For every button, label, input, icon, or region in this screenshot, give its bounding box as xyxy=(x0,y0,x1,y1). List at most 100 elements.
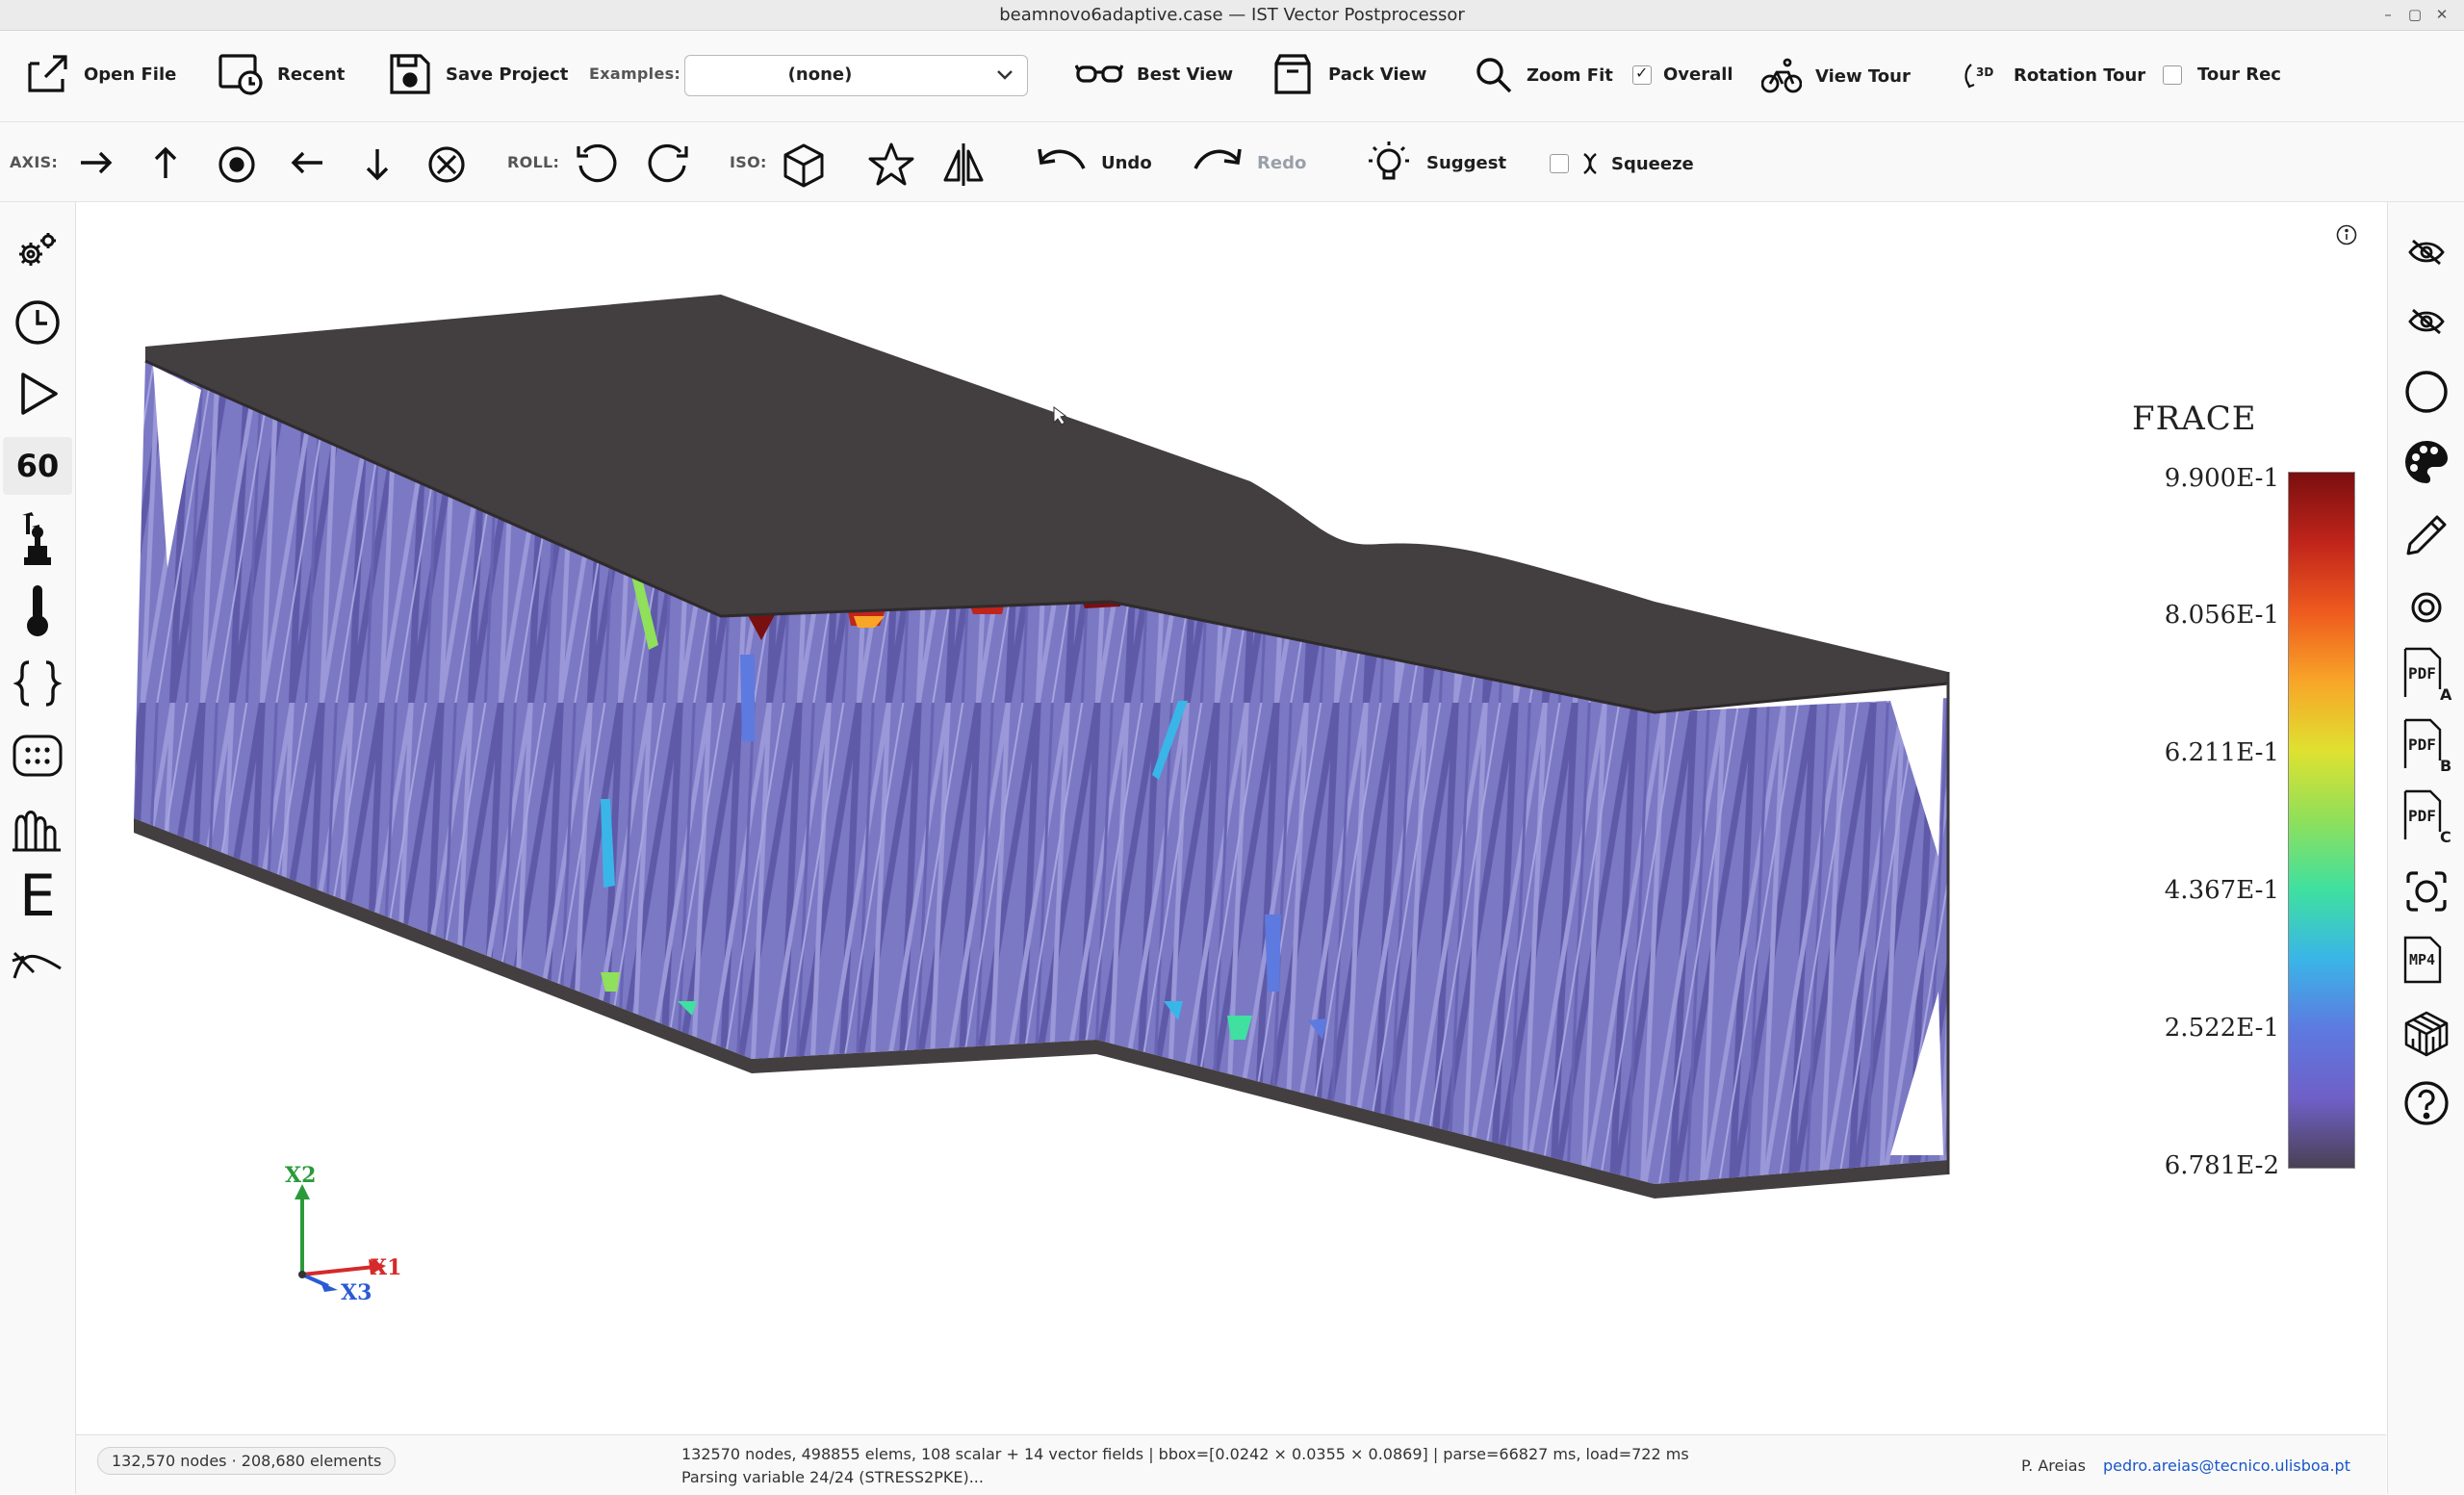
open-file-icon xyxy=(28,55,67,92)
overall-checkbox[interactable] xyxy=(1632,64,1652,85)
bicycle-icon xyxy=(1761,58,1802,93)
view-toolbar: AXIS: ROLL: ISO: Undo Redo Suggest Squee… xyxy=(0,122,2464,202)
pack-view-button[interactable]: Pack View xyxy=(1270,52,1426,96)
thermometer-button[interactable] xyxy=(12,581,64,639)
triad-x3-label: X3 xyxy=(341,1280,372,1305)
camera-frame-icon xyxy=(2406,871,2447,912)
mirror-icon xyxy=(943,143,984,186)
history-button[interactable] xyxy=(12,296,64,348)
settings-button[interactable] xyxy=(12,227,64,273)
pdf-c-button[interactable]: PDF C xyxy=(2401,789,2455,849)
info-button[interactable] xyxy=(2335,223,2358,246)
fingers-button[interactable] xyxy=(12,801,64,855)
roll-cw-button[interactable] xyxy=(645,140,693,188)
axis-right-button[interactable] xyxy=(75,143,117,182)
cube-grid-button[interactable] xyxy=(2401,1009,2451,1059)
hide-alt-button[interactable] xyxy=(2401,302,2451,341)
favorite-view-button[interactable] xyxy=(866,140,916,190)
window-title: beamnovo6adaptive.case — IST Vector Post… xyxy=(999,5,1465,25)
statue-icon xyxy=(22,512,51,565)
iso-cube-button[interactable] xyxy=(780,142,828,190)
undo-button[interactable]: Undo xyxy=(1036,143,1152,182)
statue-button[interactable] xyxy=(12,510,64,568)
axis-left-button[interactable] xyxy=(286,143,328,182)
lightbulb-icon xyxy=(1369,142,1409,180)
palette-icon xyxy=(2405,441,2448,483)
best-view-button[interactable]: Best View xyxy=(1075,60,1233,89)
squeeze-toggle[interactable]: Squeeze xyxy=(1550,152,1694,175)
fingers-icon xyxy=(13,811,61,852)
clock-icon xyxy=(15,300,60,345)
axis-up-button[interactable] xyxy=(146,142,185,184)
mirror-button[interactable] xyxy=(939,140,988,190)
hide-button[interactable] xyxy=(2401,233,2451,271)
open-file-button[interactable]: Open File xyxy=(26,52,176,96)
tour-rec-checkbox[interactable] xyxy=(2163,64,2182,85)
fps-counter[interactable]: 60 xyxy=(3,437,72,495)
recent-icon xyxy=(218,54,263,95)
rotation-tour-button[interactable]: 3D Rotation Tour xyxy=(1964,57,2145,93)
curve-button[interactable] xyxy=(10,938,65,986)
minimize-button[interactable]: – xyxy=(2377,4,2399,25)
legend-colorbar xyxy=(2289,473,2354,1168)
suggest-button[interactable]: Suggest xyxy=(1365,138,1506,188)
undo-icon xyxy=(1038,148,1086,169)
cross-circle-icon xyxy=(428,146,465,183)
palette-button[interactable] xyxy=(2401,437,2451,487)
recent-button[interactable]: Recent xyxy=(218,52,345,96)
pdf-b-button[interactable]: PDF B xyxy=(2401,718,2455,778)
overall-toggle[interactable]: Overall xyxy=(1632,64,1733,85)
maximize-button[interactable]: ▢ xyxy=(2404,4,2426,25)
legend-tick-label: 6.211E-1 xyxy=(2164,738,2279,767)
zoom-fit-label: Zoom Fit xyxy=(1527,64,1613,86)
view-tour-label: View Tour xyxy=(1815,65,1911,87)
axis-toward-button[interactable] xyxy=(216,143,258,186)
arrow-up-icon xyxy=(154,146,177,178)
tour-rec-label: Tour Rec xyxy=(2197,64,2281,85)
pdf-b-text: PDF xyxy=(2408,735,2436,754)
axis-down-button[interactable] xyxy=(358,143,397,186)
redo-label: Redo xyxy=(1257,152,1307,173)
play-icon xyxy=(21,373,58,415)
pack-view-label: Pack View xyxy=(1328,64,1427,85)
examples-dropdown[interactable]: (none) xyxy=(684,55,1028,96)
pen-button[interactable] xyxy=(2401,510,2451,560)
status-bar: 132,570 nodes · 208,680 elements 132570 … xyxy=(76,1434,2386,1495)
squeeze-checkbox[interactable] xyxy=(1550,154,1569,173)
view-tour-button[interactable]: View Tour xyxy=(1761,57,1911,95)
triad-x1-label: X1 xyxy=(371,1255,402,1280)
status-info-line: 132570 nodes, 498855 elems, 108 scalar +… xyxy=(681,1445,1689,1463)
model-counts-badge: 132,570 nodes · 208,680 elements xyxy=(97,1447,397,1475)
arrow-down-icon xyxy=(366,149,389,181)
zoom-fit-button[interactable]: Zoom Fit xyxy=(1475,56,1613,94)
help-icon xyxy=(2404,1081,2449,1125)
status-progress-line: Parsing variable 24/24 (STRESS2PKE)... xyxy=(681,1468,984,1486)
save-project-label: Save Project xyxy=(446,64,569,85)
axis-away-button[interactable] xyxy=(425,143,468,186)
grid-button[interactable] xyxy=(12,730,64,782)
roll-ccw-button[interactable] xyxy=(572,140,620,188)
screenshot-button[interactable] xyxy=(2401,866,2451,916)
circle-button[interactable] xyxy=(2401,368,2451,416)
pdf-a-button[interactable]: PDF A xyxy=(2401,647,2455,707)
title-bar: beamnovo6adaptive.case — IST Vector Post… xyxy=(0,0,2464,31)
pdf-a-letter: A xyxy=(2440,685,2452,704)
cube-icon xyxy=(783,143,824,188)
right-sidebar: PDF A PDF B PDF C MP4 xyxy=(2387,202,2464,1494)
rotate-ccw-icon xyxy=(577,144,617,183)
tour-rec-toggle[interactable]: Tour Rec xyxy=(2163,64,2281,85)
grid-dots-icon xyxy=(13,735,63,777)
author-email-link[interactable]: pedro.areias@tecnico.ulisboa.pt xyxy=(2103,1456,2350,1475)
close-window-button[interactable]: ✕ xyxy=(2431,4,2452,25)
play-button[interactable] xyxy=(12,368,64,420)
help-button[interactable] xyxy=(2401,1078,2451,1128)
e-letter-icon[interactable]: E xyxy=(13,863,62,930)
save-project-button[interactable]: Save Project xyxy=(388,52,568,96)
overall-label: Overall xyxy=(1663,64,1733,85)
target-button[interactable] xyxy=(2401,583,2451,632)
3d-viewport[interactable]: FRACE 9.900E-1 8.056E-1 6.211E-1 4.367E-… xyxy=(76,202,2386,1434)
variables-button[interactable] xyxy=(12,657,64,710)
mp4-button[interactable]: MP4 xyxy=(2401,936,2455,986)
iso-label: ISO: xyxy=(730,153,767,171)
redo-button[interactable]: Redo xyxy=(1192,143,1306,182)
